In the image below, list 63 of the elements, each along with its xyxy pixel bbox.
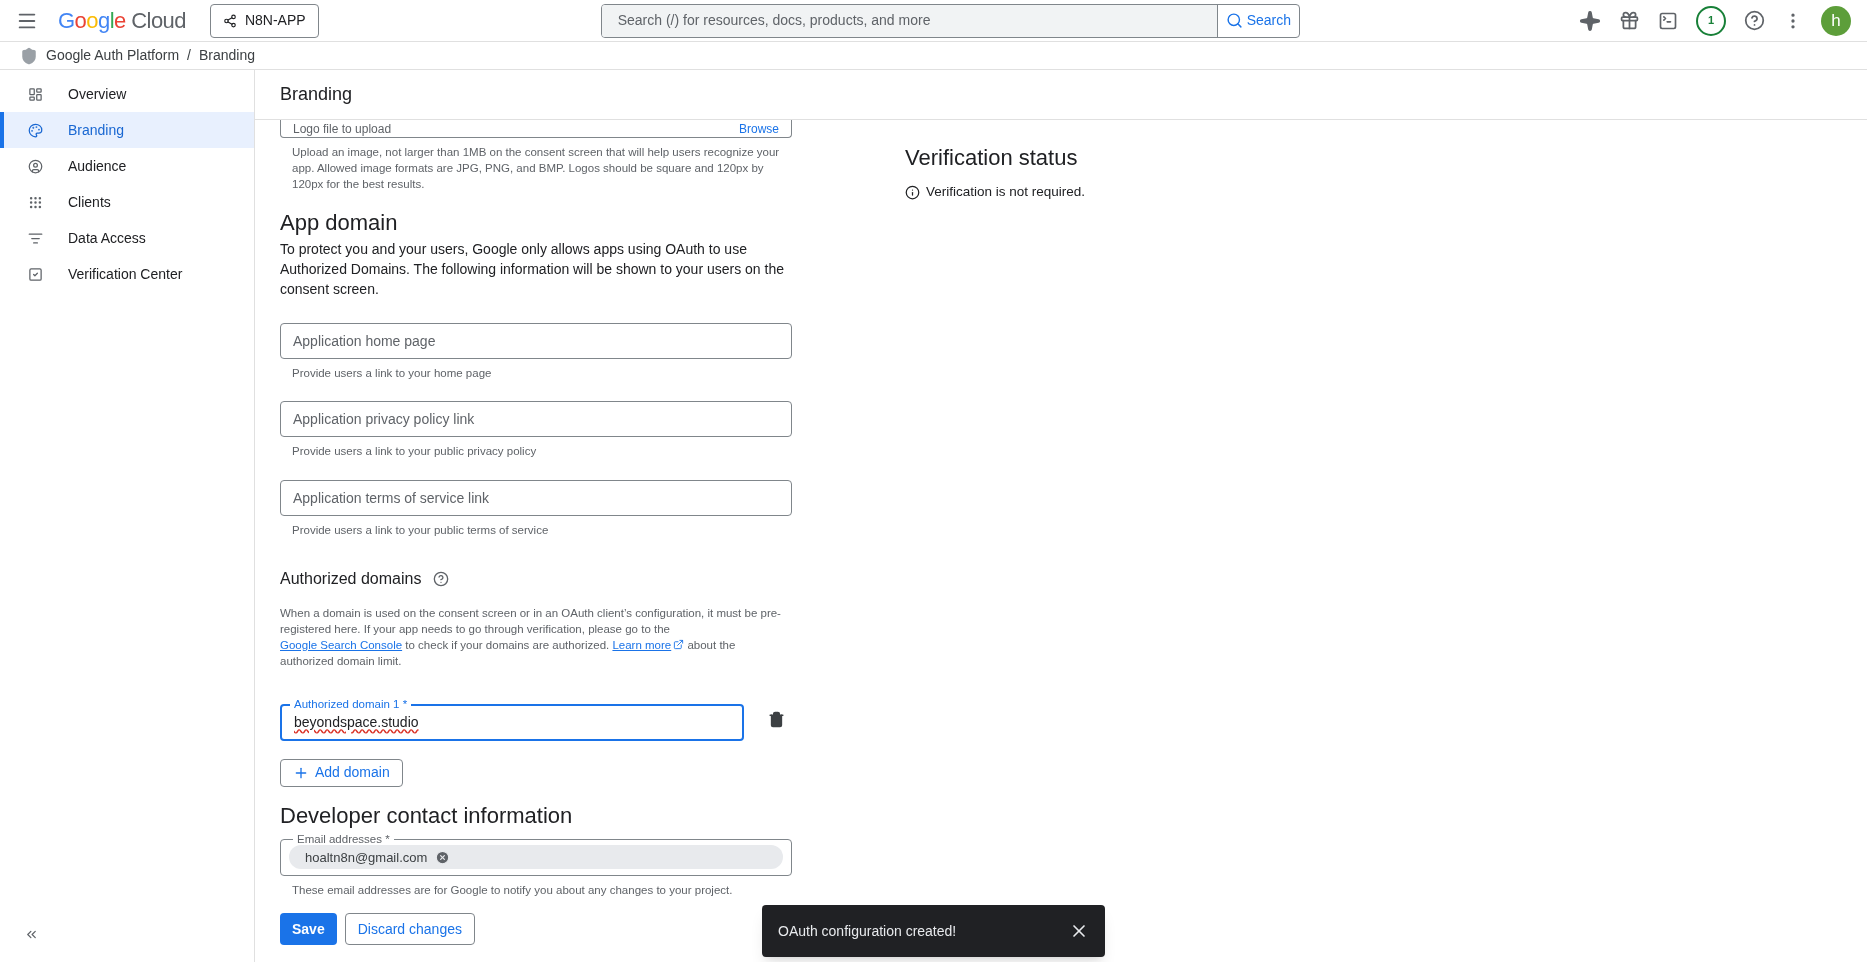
section-title: Authorized domains <box>280 568 422 589</box>
field-hint: Provide users a link to your public terms of service <box>291 522 550 538</box>
field-hint: Provide users a link to your home page <box>291 366 493 381</box>
sidebar-item[interactable]: Verification Center <box>0 256 254 292</box>
remove-icon[interactable] <box>435 849 451 865</box>
breadcrumb-separator: / <box>187 46 191 65</box>
dashboard-icon <box>28 86 43 102</box>
project-icon <box>222 13 237 28</box>
help-icon[interactable] <box>433 570 450 587</box>
domain-field[interactable]: Authorized domain 1 * beyondspace.studio <box>280 698 744 741</box>
project-picker[interactable]: N8N-APP <box>209 3 319 38</box>
save-button[interactable]: Save <box>280 913 337 945</box>
email-field[interactable]: Email addresses * hoaltn8n@gmail.com <box>280 833 792 876</box>
section-title: App domain <box>280 209 399 237</box>
field-label: Email addresses * <box>296 833 391 846</box>
sidebar-item[interactable]: Data Access <box>0 220 254 256</box>
section-description: When a domain is used on the consent screen or in an OAuth client’s configuration, it must be pre-registered here. If your app needs to go through verification, please go to the Google Search Console to check if your domains are authorized. Learn more about the authorized domain limit. <box>280 605 782 669</box>
gift-icon[interactable] <box>1619 10 1640 31</box>
page-title: Branding <box>280 83 353 106</box>
person-icon <box>28 158 43 174</box>
avatar[interactable]: h <box>1821 5 1851 36</box>
email-chip[interactable]: hoaltn8n@gmail.com <box>289 845 783 870</box>
section-description: To protect you and your users, Google only allows apps using OAuth to use Authorized Domains. The following information will be shown to your users on the consent screen. <box>280 240 785 299</box>
sidebar-item[interactable]: Overview <box>0 76 254 112</box>
field-label: Authorized domain 1 * <box>293 698 409 711</box>
browse-link[interactable]: Browse <box>739 122 779 135</box>
sparkle-icon[interactable] <box>1579 9 1601 32</box>
external-link-icon <box>673 639 685 651</box>
notification-count[interactable]: 1 <box>1696 5 1726 36</box>
grid-icon <box>28 194 43 210</box>
search-field[interactable]: Search (/) for resources, docs, products, and more <box>601 4 1217 37</box>
url-field[interactable]: Application terms of service link <box>280 479 792 516</box>
section-title: Developer contact information <box>280 801 574 830</box>
field-value: beyondspace.studio <box>294 714 419 731</box>
search-button[interactable]: Search <box>1216 4 1299 37</box>
url-field[interactable]: Application privacy policy link <box>280 401 792 438</box>
sidebar-item[interactable]: Audience <box>0 148 254 184</box>
google-cloud-logo[interactable]: Google Cloud <box>58 4 186 37</box>
toast-message: OAuth configuration created! <box>778 921 957 941</box>
logo-upload-field[interactable]: Logo file to upload Browse <box>280 120 792 138</box>
breadcrumb-link[interactable]: Google Auth Platform <box>46 45 180 66</box>
logo-hint: Upload an image, not larger than 1MB on the consent screen that will help users recognize your app. Allowed image formats are JPG, PNG, and BMP. Logos should be square and 120px by 120px for the best results. <box>291 145 781 192</box>
shield-icon <box>20 46 38 65</box>
discard-button[interactable]: Discard changes <box>344 913 475 945</box>
field-hint: Provide users a link to your public privacy policy <box>291 444 538 460</box>
learn-more-link[interactable]: Learn more <box>612 636 685 653</box>
checkbox-icon <box>28 266 43 282</box>
search-icon <box>1225 12 1243 29</box>
breadcrumb-link[interactable]: Branding <box>198 45 255 66</box>
sidebar-item[interactable]: Clients <box>0 184 254 220</box>
info-icon <box>905 184 920 200</box>
sidebar-item[interactable]: Branding <box>0 112 254 148</box>
verification-message: Verification is not required. <box>926 183 1086 201</box>
url-field[interactable]: Application home page <box>280 323 792 359</box>
field-hint: These email addresses are for Google to notify you about any changes to your project. <box>291 882 734 898</box>
logo-placeholder: Logo file to upload <box>293 122 392 135</box>
help-icon[interactable] <box>1744 10 1765 31</box>
palette-icon <box>28 122 43 138</box>
add-domain-button[interactable]: Add domain <box>280 758 403 787</box>
terminal-icon[interactable] <box>1658 10 1678 31</box>
search-console-link[interactable]: Google Search Console <box>280 638 403 651</box>
delete-icon[interactable] <box>768 711 785 729</box>
verification-title: Verification status <box>905 144 1079 172</box>
